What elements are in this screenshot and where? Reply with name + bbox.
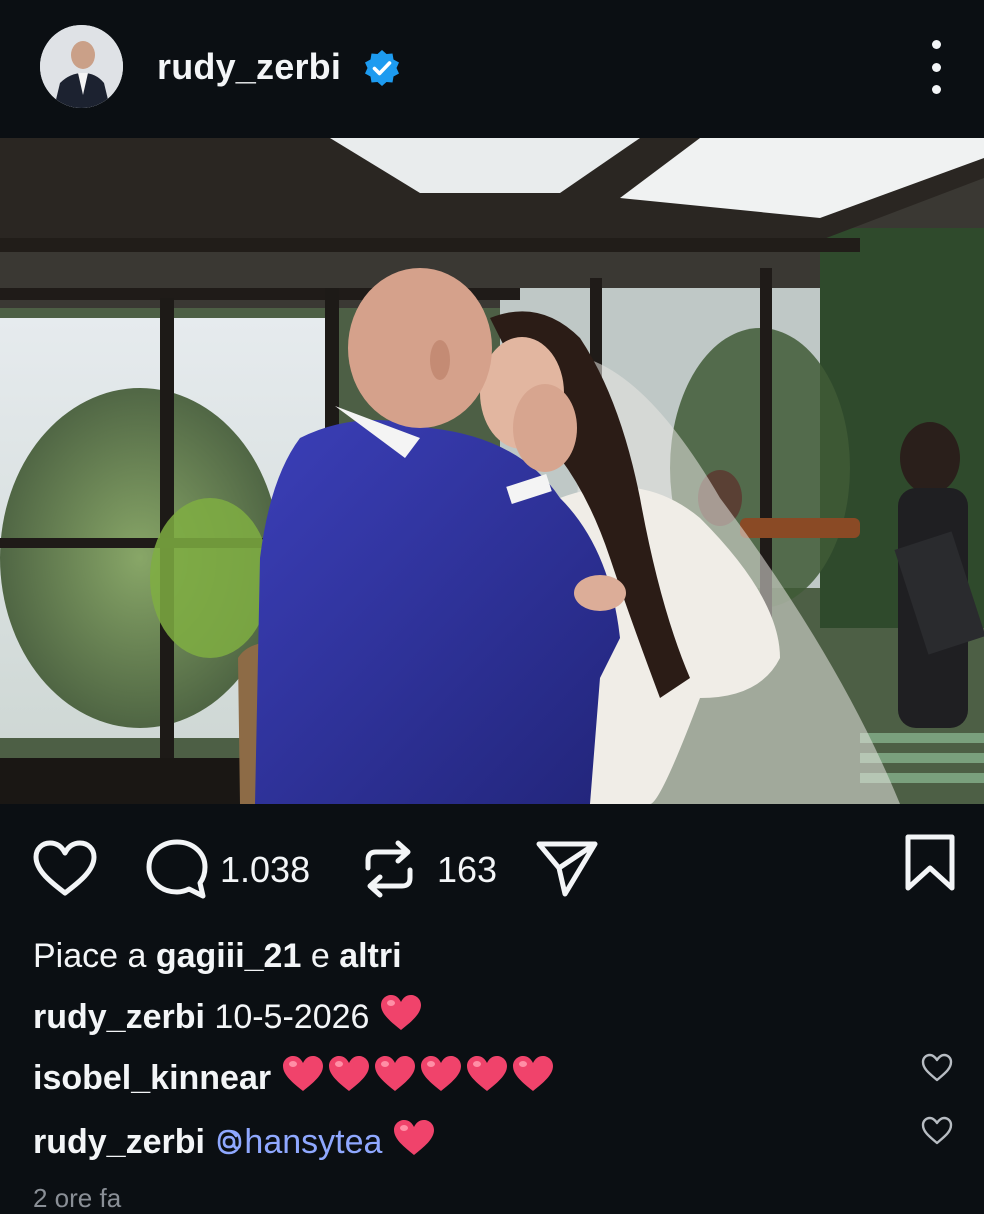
comment-row: rudy_zerbi hansytea [33,1118,436,1162]
caption-username[interactable]: rudy_zerbi [33,998,205,1036]
caption-text: 10-5-2026 [214,998,370,1036]
comment-username[interactable]: rudy_zerbi [33,1123,205,1161]
comment-mention-text: hansytea [244,1123,383,1161]
comment-hearts [281,1054,557,1103]
comment-mention-link[interactable]: hansytea [214,1123,382,1161]
repost-icon[interactable] [360,838,418,900]
comment-like-heart-icon[interactable] [920,1116,954,1146]
likes-user-link[interactable]: gagiii_21 [156,937,302,975]
share-send-icon[interactable] [535,838,599,898]
avatar[interactable] [40,25,123,108]
likes-connector: e [310,937,330,975]
more-options-button[interactable] [920,40,952,94]
post-author-username[interactable]: rudy_zerbi [157,46,341,88]
post-image[interactable] [0,138,984,804]
likes-others-link[interactable]: altri [339,937,401,975]
likes-summary: Piace a gagiii_21 e altri [33,937,402,976]
comments-count: 1.038 [220,849,311,890]
threads-at-icon [218,1129,242,1155]
heart-emoji-icon [380,995,421,1030]
likes-prefix: Piace a [33,937,147,975]
dot-icon [931,85,941,94]
post-timestamp: 2 ore fa [33,1183,122,1213]
comment-like-heart-icon[interactable] [920,1053,954,1083]
dot-icon [931,62,941,72]
heart-emoji-row-icon [282,1056,553,1091]
heart-emoji-icon [393,1120,434,1155]
verified-badge-icon [365,50,399,86]
post-header: rudy_zerbi [0,0,984,138]
like-heart-icon[interactable] [32,840,98,898]
post-caption: rudy_zerbi 10-5-2026 [33,993,423,1037]
dot-icon [931,40,941,49]
comment-bubble-icon[interactable] [145,838,209,900]
post-actions: 1.038 163 [0,830,984,902]
comment-username[interactable]: isobel_kinnear [33,1059,271,1097]
comment-row: isobel_kinnear [33,1054,557,1103]
reposts-count: 163 [437,849,498,890]
bookmark-save-icon[interactable] [904,834,956,892]
